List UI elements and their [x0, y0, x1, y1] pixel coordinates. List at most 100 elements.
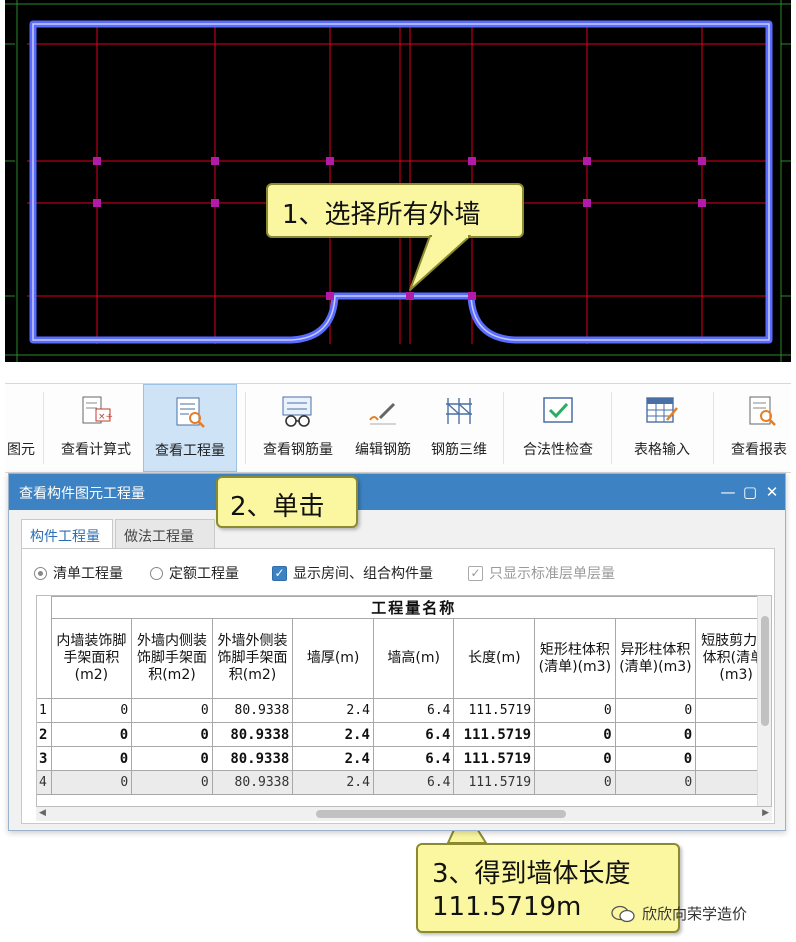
- table-cell[interactable]: 0: [534, 698, 616, 723]
- checkbox-standard-floor-label: 只显示标准层单层量: [489, 566, 615, 582]
- table-input-button[interactable]: 表格输入: [617, 384, 707, 472]
- ribbon-button-partial[interactable]: 图元: [5, 384, 35, 472]
- vertical-scroll-thumb[interactable]: [761, 616, 769, 726]
- column-header[interactable]: 外墙外侧装饰脚手架面积(m2): [211, 618, 294, 699]
- table-cell[interactable]: 6.4: [372, 722, 455, 747]
- table-row[interactable]: 20080.93382.46.4111.5719000: [37, 722, 771, 747]
- table-cell[interactable]: 0: [50, 746, 133, 771]
- table-input-label: 表格输入: [634, 442, 690, 458]
- table-cell[interactable]: 0: [50, 698, 133, 723]
- table-row[interactable]: 40080.93382.46.4111.5719000: [37, 770, 771, 795]
- maximize-icon[interactable]: ▢: [739, 481, 761, 503]
- table-cell[interactable]: 6.4: [372, 770, 455, 795]
- table-cell[interactable]: 80.9338: [211, 722, 294, 747]
- close-icon[interactable]: ✕: [761, 481, 783, 503]
- table-cell[interactable]: 0: [131, 722, 213, 747]
- table-cell[interactable]: 0: [614, 746, 697, 771]
- table-row[interactable]: 30080.93382.46.4111.5719000: [37, 746, 771, 771]
- horizontal-scrollbar[interactable]: ◀ ▶: [36, 807, 772, 821]
- horizontal-scroll-thumb[interactable]: [316, 810, 566, 818]
- report-icon: [749, 396, 776, 426]
- watermark-text: 欣欣向荣学造价: [642, 905, 748, 923]
- radio-list-label: 清单工程量: [53, 566, 123, 582]
- radio-unselected-icon[interactable]: [150, 566, 163, 580]
- table-cell[interactable]: 0: [50, 722, 133, 747]
- view-report-label: 查看报表: [731, 442, 787, 458]
- table-cell[interactable]: 80.9338: [211, 770, 294, 795]
- ribbon-toolbar: 图元 ×÷ 查看计算式 查看工程量 查看钢筋量 编辑钢筋 钢筋三维 合法性检查 …: [5, 383, 791, 473]
- table-cell[interactable]: 6.4: [372, 698, 455, 723]
- column-header[interactable]: 墙高(m): [372, 618, 455, 699]
- radio-selected-icon[interactable]: [34, 566, 47, 580]
- column-header[interactable]: 矩形柱体积(清单)(m3): [534, 618, 616, 699]
- view-quantity-label: 查看工程量: [155, 443, 225, 459]
- table-cell[interactable]: 2.4: [292, 746, 374, 771]
- checkbox-checked-icon[interactable]: ✓: [272, 565, 287, 581]
- row-number: 1: [37, 698, 52, 723]
- wechat-icon: [611, 905, 635, 922]
- table-cell[interactable]: 80.9338: [211, 746, 294, 771]
- minimize-icon[interactable]: —: [717, 481, 739, 503]
- checkbox-disabled-icon: ✓: [468, 565, 483, 581]
- table-cell[interactable]: 111.5719: [453, 770, 536, 795]
- column-header[interactable]: 外墙内侧装饰脚手架面积(m2): [131, 618, 213, 699]
- quantity-panel: 清单工程量 定额工程量 ✓ 显示房间、组合构件量 ✓ 只显示标准层单层量 工程量…: [21, 548, 775, 824]
- view-report-button[interactable]: 查看报表: [721, 384, 796, 472]
- table-cell[interactable]: 0: [50, 770, 133, 795]
- rebar-3d-button[interactable]: 钢筋三维: [421, 384, 497, 472]
- table-cell[interactable]: 80.9338: [211, 698, 294, 723]
- edit-rebar-button[interactable]: 编辑钢筋: [345, 384, 421, 472]
- column-header[interactable]: 内墙装饰脚手架面积(m2): [50, 618, 133, 699]
- view-formula-button[interactable]: ×÷ 查看计算式: [49, 384, 143, 472]
- checkbox-standard-floor: ✓ 只显示标准层单层量: [468, 563, 615, 583]
- tab-method-quantity-label: 做法工程量: [124, 529, 194, 545]
- group-header: 工程量名称: [50, 596, 771, 619]
- table-cell[interactable]: 0: [534, 770, 616, 795]
- table-cell[interactable]: 0: [131, 698, 213, 723]
- table-cell[interactable]: 0: [614, 722, 697, 747]
- column-header[interactable]: 异形柱体积(清单)(m3): [614, 618, 697, 699]
- view-quantity-button[interactable]: 查看工程量: [143, 384, 237, 472]
- check-icon: [543, 397, 573, 423]
- table-cell[interactable]: 0: [534, 746, 616, 771]
- radio-list-quantity[interactable]: 清单工程量: [34, 563, 123, 583]
- table-cell[interactable]: 0: [614, 770, 697, 795]
- table-row[interactable]: 10080.93382.46.4111.5719000: [37, 698, 771, 723]
- rebar-3d-icon: [446, 398, 472, 424]
- svg-text:×÷: ×÷: [98, 412, 113, 422]
- table-cell[interactable]: 6.4: [372, 746, 455, 771]
- tab-method-quantity[interactable]: 做法工程量: [115, 519, 215, 549]
- dialog-titlebar[interactable]: 查看构件图元工程量 — ▢ ✕: [9, 474, 785, 510]
- ribbon-partial-label: 图元: [7, 442, 35, 458]
- table-cell[interactable]: 2.4: [292, 722, 374, 747]
- scroll-right-icon[interactable]: ▶: [762, 808, 769, 818]
- column-header[interactable]: 墙厚(m): [292, 618, 374, 699]
- checkbox-show-room[interactable]: ✓ 显示房间、组合构件量: [272, 563, 433, 583]
- column-header[interactable]: 长度(m): [453, 618, 536, 699]
- rebar-3d-label: 钢筋三维: [431, 442, 487, 458]
- view-rebar-button[interactable]: 查看钢筋量: [251, 384, 345, 472]
- table-cell[interactable]: 111.5719: [453, 746, 536, 771]
- scroll-left-icon[interactable]: ◀: [39, 808, 46, 818]
- table-cell[interactable]: 0: [131, 746, 213, 771]
- tab-component-quantity[interactable]: 构件工程量: [21, 519, 113, 549]
- callout-step3-text: 3、得到墙体长度: [432, 859, 631, 889]
- table-cell[interactable]: 0: [614, 698, 697, 723]
- quantity-icon: [176, 397, 205, 428]
- table-input-icon: [646, 397, 678, 423]
- vertical-scrollbar[interactable]: [757, 596, 771, 806]
- callout-step2: 2、单击: [216, 476, 358, 528]
- table-cell[interactable]: 111.5719: [453, 722, 536, 747]
- radio-quota-label: 定额工程量: [169, 566, 239, 582]
- table-cell[interactable]: 111.5719: [453, 698, 536, 723]
- quantity-table-grid: 工程量名称 内墙装饰脚手架面积(m2) 外墙内侧装饰脚手架面积(m2) 外墙外侧装饰…: [37, 596, 771, 795]
- table-cell[interactable]: 2.4: [292, 698, 374, 723]
- table-cell[interactable]: 0: [131, 770, 213, 795]
- validity-check-button[interactable]: 合法性检查: [509, 384, 607, 472]
- radio-quota-quantity[interactable]: 定额工程量: [150, 563, 239, 583]
- row-number: 3: [37, 746, 52, 771]
- table-cell[interactable]: 0: [534, 722, 616, 747]
- tab-component-quantity-label: 构件工程量: [30, 529, 100, 545]
- dialog-title: 查看构件图元工程量: [19, 486, 145, 502]
- table-cell[interactable]: 2.4: [292, 770, 374, 795]
